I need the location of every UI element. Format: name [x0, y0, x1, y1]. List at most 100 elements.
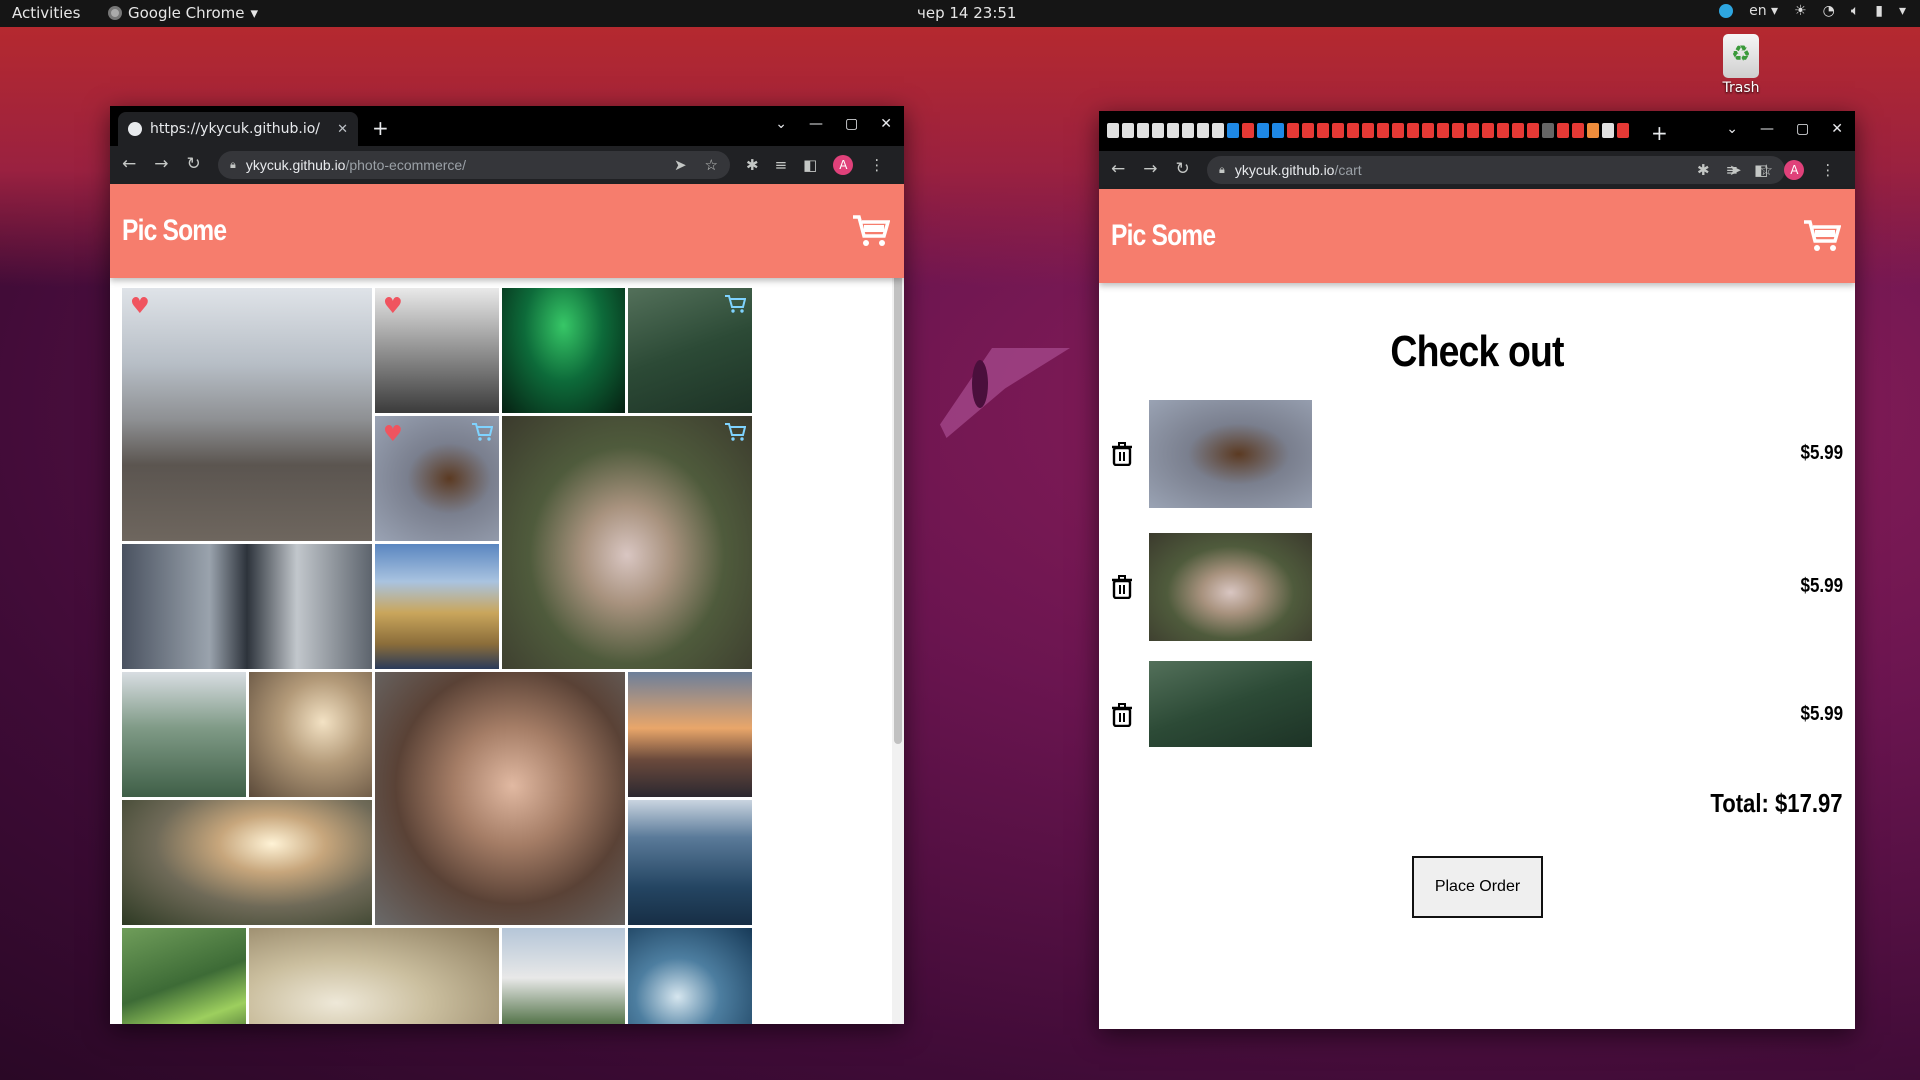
- power-menu-icon[interactable]: ▾: [1899, 3, 1906, 19]
- trash-icon[interactable]: [1111, 442, 1133, 467]
- photo-eagle[interactable]: ♥: [375, 416, 499, 541]
- place-order-button[interactable]: Place Order: [1412, 856, 1543, 918]
- new-tab-button[interactable]: +: [1651, 121, 1668, 145]
- wallpaper-cat-eye: [940, 348, 1070, 438]
- cart-icon[interactable]: [852, 214, 891, 248]
- forward-icon[interactable]: →: [154, 154, 168, 174]
- photo-field-feet[interactable]: [375, 544, 499, 669]
- tab-strip: + ⌄ — ▢ ✕: [1099, 111, 1855, 151]
- photo-waterfall[interactable]: [122, 928, 246, 1024]
- photo-misty-forest[interactable]: ♥: [375, 288, 499, 413]
- back-icon[interactable]: ←: [122, 154, 136, 174]
- cart-item-image-eagle: [1149, 400, 1312, 508]
- telegram-icon[interactable]: [1719, 4, 1734, 18]
- clock[interactable]: чер 14 23:51: [917, 4, 1016, 22]
- cart-item: $5.99: [1099, 533, 1855, 643]
- menu-kebab-icon[interactable]: ⋮: [869, 156, 884, 174]
- favorite-heart-icon[interactable]: ♥: [383, 422, 403, 447]
- system-top-bar: Activities Google Chrome ▾ чер 14 23:51 …: [0, 0, 1920, 27]
- activities-button[interactable]: Activities: [12, 4, 80, 22]
- in-cart-icon[interactable]: [724, 422, 746, 442]
- order-total: Total: $17.97: [1710, 788, 1843, 818]
- photo-ocean[interactable]: [628, 800, 752, 925]
- browser-toolbar: ← → ↻ 🔒︎ ykycuk.github.io/cart ➤ ☆ ✱ ≡ ◧…: [1099, 151, 1855, 189]
- close-window-button[interactable]: ✕: [1831, 121, 1843, 137]
- trash-icon: [1723, 34, 1759, 78]
- profile-avatar[interactable]: A: [833, 155, 854, 175]
- app-name: Google Chrome: [128, 4, 245, 22]
- photo-woman-portrait[interactable]: [375, 672, 625, 925]
- photo-bear[interactable]: ♥: [122, 288, 372, 541]
- trash-icon[interactable]: [1111, 575, 1133, 600]
- trash-icon[interactable]: [1111, 703, 1133, 728]
- close-tab-icon[interactable]: ✕: [337, 122, 348, 137]
- pinned-tabs-strip[interactable]: [1107, 123, 1629, 138]
- system-tray[interactable]: en ▾ ☀ ◔ 🔈︎ ▮ ▾: [1719, 3, 1906, 19]
- tab-search-icon[interactable]: ⌄: [1726, 121, 1738, 137]
- photo-valley-sunrise[interactable]: [122, 800, 372, 925]
- in-cart-icon[interactable]: [471, 422, 493, 442]
- menu-kebab-icon[interactable]: ⋮: [1820, 161, 1835, 179]
- address-bar[interactable]: 🔒︎ ykycuk.github.io/photo-ecommerce/ ➤ ☆: [218, 151, 730, 179]
- close-window-button[interactable]: ✕: [880, 116, 892, 132]
- window-controls: ⌄ — ▢ ✕: [1726, 121, 1843, 137]
- send-icon[interactable]: ➤: [674, 156, 687, 174]
- profile-avatar[interactable]: A: [1784, 160, 1805, 180]
- cart-icon[interactable]: [1803, 219, 1842, 253]
- tab-search-icon[interactable]: ⌄: [775, 116, 787, 132]
- maximize-button[interactable]: ▢: [1796, 121, 1809, 137]
- side-panel-icon[interactable]: ◧: [1754, 161, 1768, 179]
- cart-page: Pic Some Check out $5.99 $5.99 $5.99 Tot…: [1099, 189, 1855, 1029]
- new-tab-button[interactable]: +: [372, 116, 389, 140]
- extensions-icon[interactable]: ✱: [1697, 161, 1710, 179]
- toolbar-actions: ✱ ≡ ◧ A ⋮: [1697, 160, 1835, 180]
- media-queue-icon[interactable]: ≡: [1726, 161, 1739, 179]
- cart-item-price: $5.99: [1800, 575, 1843, 597]
- photo-pine-forest[interactable]: [628, 288, 752, 413]
- maximize-button[interactable]: ▢: [845, 116, 858, 132]
- reload-icon[interactable]: ↻: [1176, 159, 1190, 179]
- photo-pug-blanket[interactable]: [501, 416, 752, 669]
- battery-icon: ▮: [1875, 3, 1883, 19]
- cart-item-image-pug: [1149, 533, 1312, 641]
- media-queue-icon[interactable]: ≡: [775, 156, 788, 174]
- bookmark-star-icon[interactable]: ☆: [705, 156, 718, 174]
- extensions-icon[interactable]: ✱: [746, 156, 759, 174]
- language-indicator[interactable]: en ▾: [1749, 3, 1778, 19]
- tab-strip: https://ykycuk.github.io/ ✕ + ⌄ — ▢ ✕: [110, 106, 904, 146]
- url-path: /photo-ecommerce/: [345, 157, 467, 173]
- cart-item: $5.99: [1099, 400, 1855, 510]
- photo-dead-trees[interactable]: [248, 672, 372, 797]
- site-logo[interactable]: Pic Some: [1111, 219, 1216, 253]
- toolbar-actions: ✱ ≡ ◧ A ⋮: [746, 155, 884, 175]
- photo-skyscraper[interactable]: [122, 544, 372, 669]
- photo-dreamcatcher[interactable]: [248, 928, 499, 1024]
- minimize-button[interactable]: —: [809, 116, 823, 132]
- side-panel-icon[interactable]: ◧: [803, 156, 817, 174]
- forward-icon[interactable]: →: [1143, 159, 1157, 179]
- trash-desktop-icon[interactable]: Trash: [1716, 34, 1766, 96]
- site-header: Pic Some: [110, 184, 904, 278]
- reload-icon[interactable]: ↻: [187, 154, 201, 174]
- photo-wave[interactable]: [628, 928, 752, 1024]
- chevron-down-icon: ▾: [250, 4, 259, 22]
- url-host: ykycuk.github.io: [1234, 162, 1335, 178]
- in-cart-icon[interactable]: [724, 294, 746, 314]
- chrome-icon: [108, 6, 122, 20]
- lock-icon[interactable]: 🔒︎: [230, 159, 236, 172]
- photo-castle[interactable]: [501, 928, 625, 1024]
- photo-aurora[interactable]: [501, 288, 625, 413]
- window-controls: ⌄ — ▢ ✕: [775, 116, 892, 132]
- minimize-button[interactable]: —: [1760, 121, 1774, 137]
- lock-icon[interactable]: 🔒︎: [1219, 164, 1225, 177]
- back-icon[interactable]: ←: [1111, 159, 1125, 179]
- photo-city-park[interactable]: [122, 672, 246, 797]
- photo-railway-sunset[interactable]: [628, 672, 752, 797]
- tab-gallery[interactable]: https://ykycuk.github.io/ ✕: [118, 112, 358, 146]
- app-menu[interactable]: Google Chrome ▾: [108, 4, 258, 22]
- favorite-heart-icon[interactable]: ♥: [130, 294, 150, 319]
- site-logo[interactable]: Pic Some: [122, 214, 227, 248]
- favorite-heart-icon[interactable]: ♥: [383, 294, 403, 319]
- page-scrollbar[interactable]: [892, 184, 904, 1024]
- wallpaper-cat-pupil: [972, 360, 988, 408]
